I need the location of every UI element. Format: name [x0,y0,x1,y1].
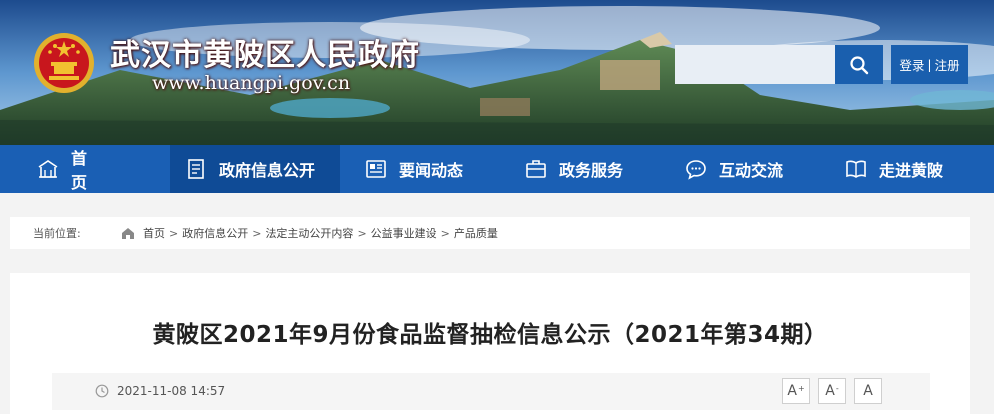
nav-label-news: 要闻动态 [399,161,464,180]
breadcrumb-lead: 当前位置: [33,227,81,240]
newspaper-icon [365,158,387,180]
font-increase-mark: + [797,383,805,393]
register-link[interactable]: 注册 [935,55,960,74]
publish-date: 2021-11-08 14:57 [95,384,225,398]
auth-separator: | [927,57,932,72]
nav-item-services[interactable]: 政务服务 [505,145,665,193]
search-input[interactable] [675,45,835,84]
font-reset-label: A [863,383,873,399]
site-banner: 武汉市黄陂区人民政府 www.huangpi.gov.cn 登录 | 注册 [0,0,994,145]
font-decrease-mark: - [835,383,839,393]
search-button[interactable] [835,45,883,84]
nav-label-home: 首页 [71,149,128,192]
nav-label-services: 政务服务 [559,161,624,180]
breadcrumb-item-statutory[interactable]: 法定主动公开内容 [265,225,353,241]
nav-item-home[interactable]: 首页 [0,145,170,193]
nav-label-about-huangpi: 走进黄陂 [879,161,944,180]
site-title: 武汉市黄陂区人民政府 [110,38,420,73]
breadcrumb-item-public-welfare[interactable]: 公益事业建设 [371,225,437,241]
auth-links: 登录 | 注册 [891,45,968,84]
breadcrumb: 当前位置: 首页 > 政府信息公开 > 法定主动公开内容 > 公益事业建设 > … [10,217,970,249]
breadcrumb-home-icon [121,226,135,240]
font-increase-label: A [787,383,797,399]
article-meta-bar: 2021-11-08 14:57 A + A- A [52,373,930,410]
book-icon [845,158,867,180]
search-icon [850,55,869,74]
breadcrumb-item-gov-info[interactable]: 政府信息公开 [182,225,248,241]
nav-label-interaction: 互动交流 [719,161,784,180]
article-title: 黄陂区2021年9月份食品监督抽检信息公示（2021年第34期） [152,322,828,348]
document-icon [185,158,207,180]
clock-icon [95,384,109,398]
nav-item-news[interactable]: 要闻动态 [340,145,505,193]
login-link[interactable]: 登录 [899,55,924,74]
home-icon [37,158,59,180]
article-panel: 黄陂区2021年9月份食品监督抽检信息公示（2021年第34期） 2021-11… [10,273,970,414]
chat-icon [685,158,707,180]
national-emblem-icon [34,33,94,93]
font-reset-button[interactable]: A [854,378,882,404]
nav-item-gov-info[interactable]: 政府信息公开 [170,145,340,193]
nav-item-interaction[interactable]: 互动交流 [665,145,825,193]
publish-date-text: 2021-11-08 14:57 [117,384,226,398]
font-decrease-button[interactable]: A- [818,378,846,404]
breadcrumb-item-home[interactable]: 首页 [143,225,165,241]
font-increase-button[interactable]: A + [782,378,810,404]
nav-item-about-huangpi[interactable]: 走进黄陂 [825,145,994,193]
breadcrumb-list: 首页 > 政府信息公开 > 法定主动公开内容 > 公益事业建设 > 产品质量 [143,225,498,241]
site-url: www.huangpi.gov.cn [152,72,351,94]
breadcrumb-separator: > [252,226,262,240]
nav-label-gov-info: 政府信息公开 [219,161,316,180]
breadcrumb-separator: > [169,226,179,240]
briefcase-icon [525,158,547,180]
main-nav: 首页 政府信息公开 要闻动态 政务服务 互动交流 走进黄陂 [0,145,994,193]
breadcrumb-separator: > [357,226,367,240]
breadcrumb-separator: > [440,226,450,240]
breadcrumb-item-product-quality[interactable]: 产品质量 [454,225,498,241]
font-decrease-label: A [825,383,835,399]
